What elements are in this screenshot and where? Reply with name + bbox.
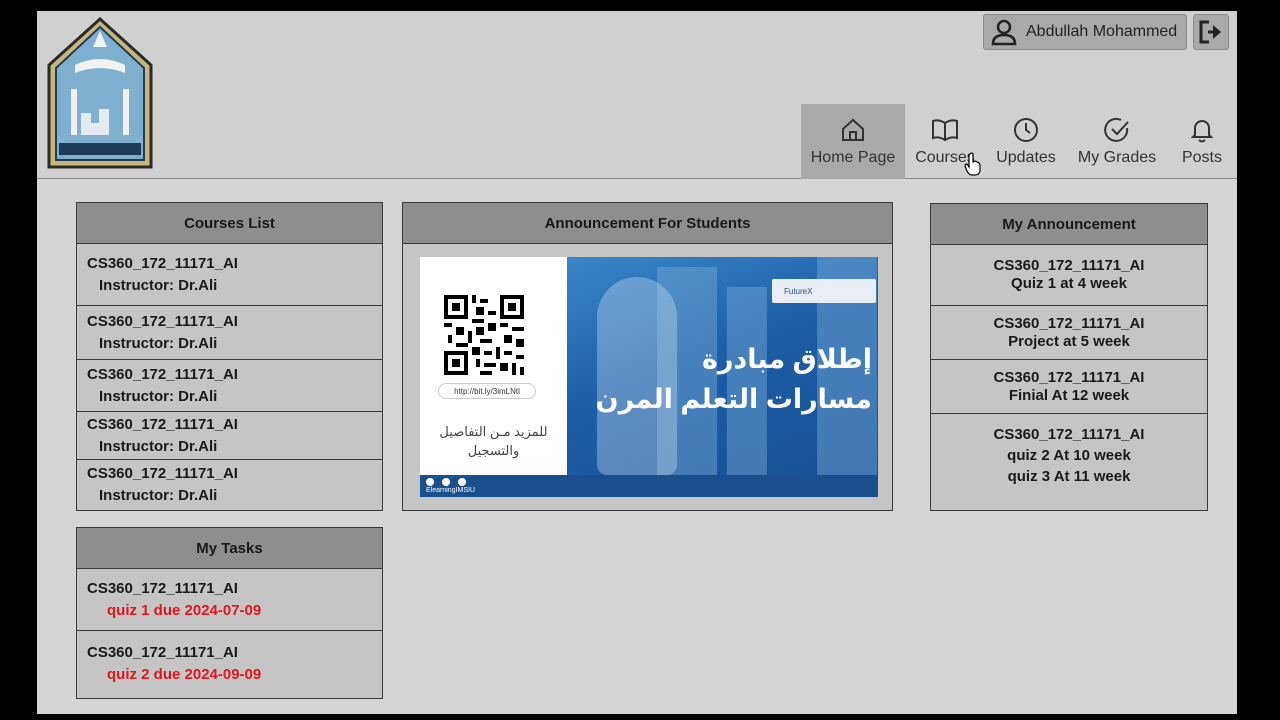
announcement-item[interactable]: CS360_172_11171_AI Finial At 12 week [931, 360, 1207, 414]
course-code: CS360_172_11171_AI [87, 254, 238, 272]
course-instructor: Instructor: Dr.Ali [99, 334, 218, 352]
my-tasks-title: My Tasks [77, 528, 382, 569]
task-course: CS360_172_11171_AI [87, 644, 238, 661]
app-window: Abdullah Mohammed Home Page Courses Upda… [37, 11, 1237, 714]
announcement-text: Project at 5 week [1008, 332, 1130, 350]
social-icon [426, 478, 434, 486]
university-logo-icon [47, 17, 153, 169]
course-item[interactable]: CS360_172_11171_AI Instructor: Dr.Ali [77, 360, 382, 412]
user-name: Abdullah Mohammed [1026, 23, 1178, 40]
nav-posts[interactable]: Posts [1167, 104, 1237, 179]
task-due: quiz 2 due 2024-09-09 [107, 666, 262, 683]
nav-label: Updates [996, 148, 1056, 166]
course-instructor: Instructor: Dr.Ali [99, 276, 218, 294]
course-item[interactable]: CS360_172_11171_AI Instructor: Dr.Ali [77, 460, 382, 509]
banner-more-details: للمزيد مـن التفاصيل والتسجيل [422, 422, 565, 460]
my-announcement-panel: My Announcement CS360_172_11171_AI Quiz … [930, 203, 1208, 511]
user-icon [991, 19, 1017, 46]
course-instructor: Instructor: Dr.Ali [99, 486, 218, 504]
announcement-text: quiz 3 At 11 week [1007, 468, 1131, 485]
bell-icon [1190, 119, 1214, 142]
nav-label: Home Page [810, 148, 896, 166]
announcement-item[interactable]: CS360_172_11171_AI Project at 5 week [931, 306, 1207, 360]
task-course: CS360_172_11171_AI [87, 579, 238, 597]
course-item[interactable]: CS360_172_11171_AI Instructor: Dr.Ali [77, 244, 382, 306]
course-item[interactable]: CS360_172_11171_AI Instructor: Dr.Ali [77, 306, 382, 360]
announcement-title: Announcement For Students [403, 203, 892, 244]
nav-updates[interactable]: Updates [985, 104, 1067, 179]
banner-more-line: والتسجيل [467, 443, 520, 458]
banner-headline: إطلاق مبادرة مسارات التعلم المرن [570, 339, 872, 419]
banner-qr-section: http://bit.ly/3imLNtl للمزيد مـن التفاصي… [420, 257, 567, 475]
course-code: CS360_172_11171_AI [87, 365, 238, 383]
my-announcement-title: My Announcement [931, 204, 1207, 245]
banner-headline-line: إطلاق مبادرة [701, 344, 872, 374]
course-instructor: Instructor: Dr.Ali [99, 437, 218, 455]
courses-list-title: Courses List [77, 203, 382, 244]
task-due: quiz 1 due 2024-07-09 [107, 601, 262, 619]
announcement-course: CS360_172_11171_AI [993, 426, 1145, 443]
check-circle-icon [1104, 117, 1129, 142]
social-icon [458, 478, 466, 486]
announcement-course: CS360_172_11171_AI [993, 368, 1145, 386]
announcement-panel: Announcement For Students http://bit.ly/… [402, 202, 893, 511]
announcement-text: quiz 2 At 10 week [1007, 447, 1131, 464]
course-code: CS360_172_11171_AI [87, 312, 238, 330]
banner-footer-tag: ElearningIMSIU [426, 487, 476, 494]
announcement-text: Finial At 12 week [1008, 386, 1130, 404]
course-code: CS360_172_11171_AI [87, 415, 238, 433]
announcement-course: CS360_172_11171_AI [993, 257, 1145, 274]
course-item[interactable]: CS360_172_11171_AI Instructor: Dr.Ali [77, 412, 382, 460]
banner-more-line: للمزيد مـن التفاصيل [439, 424, 548, 439]
announcement-course: CS360_172_11171_AI [993, 314, 1145, 332]
logout-icon [1199, 20, 1221, 44]
user-profile-button[interactable]: Abdullah Mohammed [983, 14, 1187, 50]
nav-home-page[interactable]: Home Page [801, 104, 905, 179]
courses-list-panel: Courses List CS360_172_11171_AI Instruct… [76, 202, 383, 511]
hand-cursor-icon [964, 152, 981, 176]
announcement-item[interactable]: CS360_172_11171_AI Quiz 1 at 4 week [931, 245, 1207, 306]
course-code: CS360_172_11171_AI [87, 464, 238, 482]
task-item[interactable]: CS360_172_11171_AI quiz 2 due 2024-09-09 [77, 631, 382, 697]
banner-brand: FutureX [772, 279, 876, 303]
task-item[interactable]: CS360_172_11171_AI quiz 1 due 2024-07-09 [77, 569, 382, 631]
home-icon [842, 118, 864, 141]
announcement-text: Quiz 1 at 4 week [1011, 275, 1127, 292]
nav-my-grades[interactable]: My Grades [1067, 104, 1167, 179]
main-nav: Home Page Courses Updates My Grades Post… [801, 104, 1237, 179]
course-instructor: Instructor: Dr.Ali [99, 387, 218, 405]
header: Abdullah Mohammed Home Page Courses Upda… [37, 11, 1237, 179]
my-tasks-panel: My Tasks CS360_172_11171_AI quiz 1 due 2… [76, 527, 383, 699]
nav-label: My Grades [1077, 148, 1157, 166]
announcement-item[interactable]: CS360_172_11171_AI quiz 2 At 10 week qui… [931, 414, 1207, 510]
qr-code-icon [444, 295, 524, 375]
banner-footer: ElearningIMSIU [420, 475, 878, 497]
nav-label: Posts [1181, 148, 1222, 166]
logout-button[interactable] [1193, 14, 1229, 50]
announcement-banner[interactable]: http://bit.ly/3imLNtl للمزيد مـن التفاصي… [420, 257, 878, 497]
book-icon [932, 118, 958, 141]
clock-icon [1014, 117, 1038, 142]
social-icon [442, 478, 450, 486]
banner-url: http://bit.ly/3imLNtl [438, 383, 536, 399]
banner-headline-line: مسارات التعلم المرن [595, 384, 872, 414]
